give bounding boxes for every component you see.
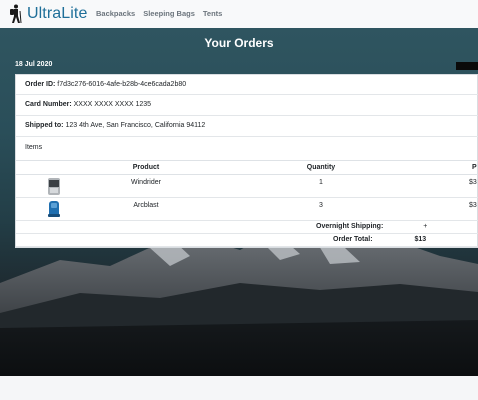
total-row: Order Total: $13	[16, 233, 478, 247]
items-label: Items	[25, 144, 43, 151]
brand[interactable]: UltraLite	[8, 4, 87, 24]
card-number-value: XXXX XXXX XXXX 1235	[73, 101, 152, 108]
table-header-product: Product	[26, 160, 266, 175]
order-id-label: Order ID:	[25, 81, 56, 88]
table-header-quantity: Quantity	[266, 160, 376, 175]
product-quantity: 3	[266, 197, 376, 221]
table-header-row: Product Quantity P	[16, 160, 478, 175]
page-footer	[0, 376, 478, 400]
items-table: Product Quantity P Windrider 1 $3 Arcbla…	[16, 160, 478, 247]
total-label: Order Total:	[333, 236, 373, 243]
page-title: Your Orders	[204, 36, 274, 50]
product-name[interactable]: Arcblast	[133, 202, 158, 209]
shipping-value: +	[423, 223, 428, 230]
card-number-label: Card Number:	[25, 101, 72, 108]
product-name[interactable]: Windrider	[131, 179, 161, 186]
hiker-icon	[10, 4, 22, 24]
brand-name: UltraLite	[27, 5, 88, 22]
shipping-row: Overnight Shipping: +	[16, 220, 478, 234]
shipped-to-label: Shipped to:	[25, 122, 64, 129]
shipped-to-row: Shipped to: 123 4th Ave, San Francisco, …	[16, 116, 478, 137]
total-value: $13	[414, 236, 427, 243]
shipped-to-value: 123 4th Ave, San Francisco, California 9…	[65, 122, 206, 129]
table-header-thumb	[16, 160, 26, 175]
hero-background: Your Orders 18 Jul 2020 Order ID: f7d3c2…	[0, 28, 478, 376]
table-header-price: P	[376, 160, 478, 175]
nav-link-backpacks[interactable]: Backpacks	[96, 9, 135, 18]
redacted-bar	[456, 62, 478, 70]
navbar: UltraLite Backpacks Sleeping Bags Tents	[0, 0, 478, 28]
nav-links: Backpacks Sleeping Bags Tents	[96, 9, 222, 18]
order-card: Order ID: f7d3c276-6016-4afe-b28b-4ce6ca…	[15, 74, 478, 248]
order-id-value: f7d3c276-6016-4afe-b28b-4ce6cada2b80	[57, 81, 187, 88]
table-row: Windrider 1 $3	[16, 174, 478, 198]
product-quantity: 1	[266, 174, 376, 198]
items-row: Items	[16, 137, 478, 160]
product-price: $3	[376, 174, 478, 198]
backpack-icon	[48, 178, 60, 195]
order-id-row: Order ID: f7d3c276-6016-4afe-b28b-4ce6ca…	[16, 75, 478, 95]
order-date: 18 Jul 2020	[15, 61, 53, 68]
nav-link-sleeping-bags[interactable]: Sleeping Bags	[143, 9, 195, 18]
table-row: Arcblast 3 $3	[16, 197, 478, 221]
shipping-label: Overnight Shipping:	[316, 223, 384, 230]
card-number-row: Card Number: XXXX XXXX XXXX 1235	[16, 95, 478, 116]
sleeping-bag-icon	[48, 201, 60, 217]
product-price: $3	[376, 197, 478, 221]
nav-link-tents[interactable]: Tents	[203, 9, 222, 18]
